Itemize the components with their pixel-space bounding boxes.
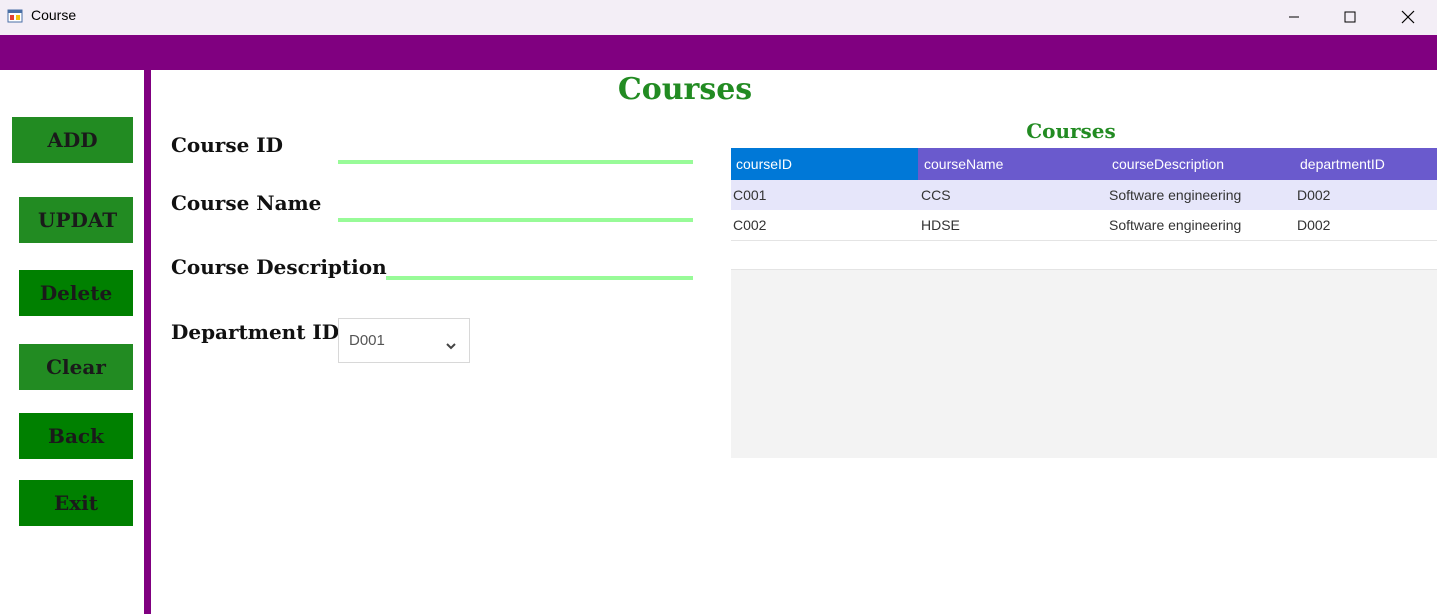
minimize-button[interactable] (1264, 0, 1324, 33)
close-button[interactable] (1378, 0, 1437, 33)
delete-button[interactable]: Delete (19, 270, 133, 316)
window-title: Course (31, 7, 77, 23)
maximize-button[interactable] (1320, 0, 1380, 33)
grid-header: courseID courseName courseDescription de… (731, 148, 1437, 180)
header-band (0, 35, 1437, 70)
sidebar-divider (144, 70, 151, 614)
course-description-label: Course Description (171, 255, 387, 279)
column-header-departmentid[interactable]: departmentID (1295, 148, 1437, 180)
grid-cell[interactable]: D002 (1295, 210, 1437, 240)
update-button[interactable]: UPDAT (19, 197, 133, 243)
window-titlebar: Course (0, 0, 1437, 35)
back-button[interactable]: Back (19, 413, 133, 459)
new-row[interactable] (731, 240, 1437, 270)
page-title: Courses (617, 72, 753, 107)
table-row[interactable]: C001 CCS Software engineering D002 (731, 180, 1437, 210)
course-description-input[interactable] (386, 254, 693, 280)
grid-cell[interactable]: Software engineering (1107, 180, 1295, 210)
grid-cell[interactable]: C001 (731, 180, 918, 210)
exit-button[interactable]: Exit (19, 480, 133, 526)
close-icon (1401, 10, 1415, 23)
minimize-icon (1289, 16, 1299, 17)
grid-cell[interactable]: Software engineering (1107, 210, 1295, 240)
column-header-coursename[interactable]: courseName (919, 148, 1107, 180)
clear-button[interactable]: Clear (19, 344, 133, 390)
department-id-value: D001 (349, 332, 385, 349)
department-id-select[interactable]: D001 (338, 318, 470, 363)
windows-form-icon (7, 8, 23, 24)
grid-title: Courses (1026, 119, 1116, 143)
courses-grid[interactable]: courseID courseName courseDescription de… (731, 148, 1437, 458)
grid-cell[interactable]: HDSE (919, 210, 1107, 240)
chevron-down-icon (445, 336, 457, 355)
add-button[interactable]: ADD (12, 117, 133, 163)
course-name-label: Course Name (171, 191, 322, 215)
column-header-courseid[interactable]: courseID (731, 148, 918, 180)
grid-cell[interactable]: C002 (731, 210, 918, 240)
department-id-label: Department ID (171, 320, 340, 344)
maximize-icon (1344, 11, 1356, 22)
course-id-input[interactable] (338, 138, 693, 164)
course-name-input[interactable] (338, 196, 693, 222)
table-row[interactable]: C002 HDSE Software engineering D002 (731, 210, 1437, 240)
column-header-coursedescription[interactable]: courseDescription (1107, 148, 1295, 180)
course-id-label: Course ID (171, 133, 283, 157)
grid-cell[interactable]: CCS (919, 180, 1107, 210)
grid-cell[interactable]: D002 (1295, 180, 1437, 210)
